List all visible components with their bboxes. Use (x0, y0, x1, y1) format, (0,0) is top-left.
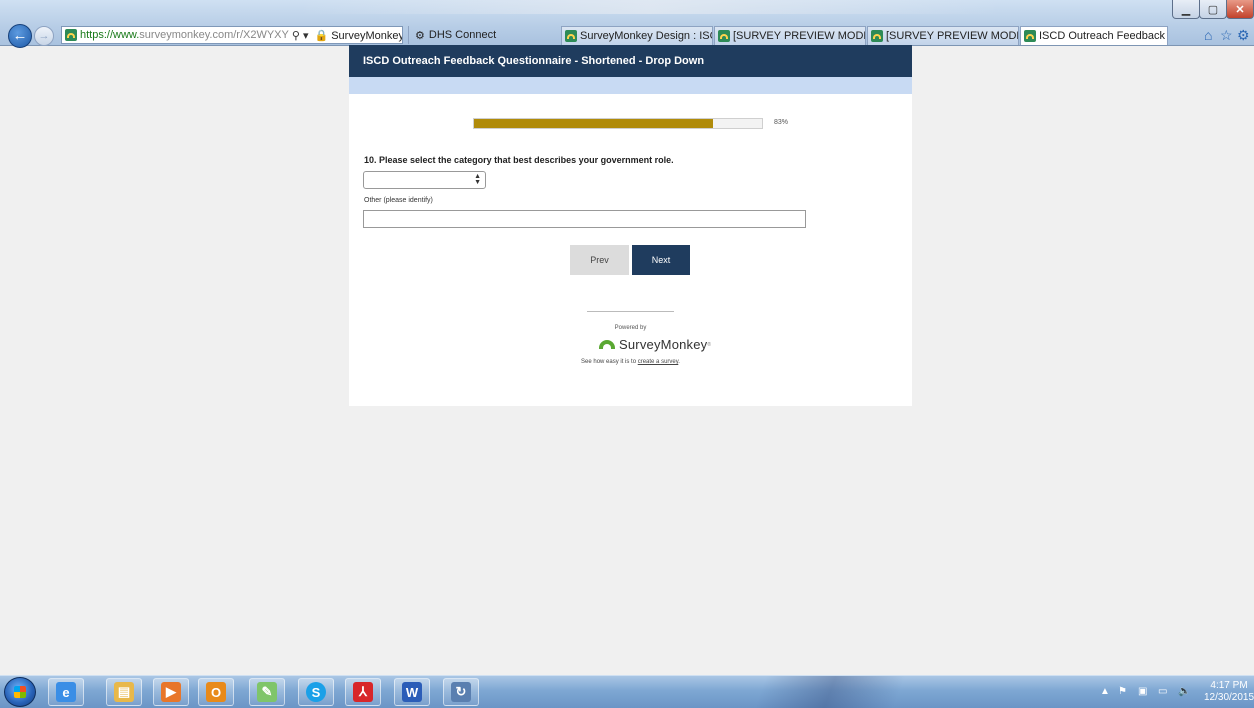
taskbar-app-word[interactable]: W (394, 678, 430, 706)
taskbar-app-explorer[interactable]: ▤ (106, 678, 142, 706)
progress-percent: 83% (774, 119, 789, 126)
file-explorer-icon: ▤ (114, 682, 134, 702)
create-survey-line: See how easy it is to create a survey. (349, 359, 912, 365)
volume-icon[interactable]: 🔈 (1178, 686, 1190, 697)
taskbar: e ▤ ▶ O ✎ S ⅄ W ↻ ▲ ⚑ ▣ ▭ 🔈 4:17 PM 12/3… (0, 675, 1254, 708)
tab-iscd-outreach[interactable]: ISCD Outreach Feedback ... × (1020, 26, 1168, 45)
tab-label: [SURVEY PREVIEW MODE] ISC... (886, 30, 1018, 42)
dhs-seal-icon: ⚙ (415, 29, 425, 42)
updown-arrows-icon: ▲ ▼ (474, 173, 481, 186)
home-icon[interactable]: ⌂ (1204, 27, 1212, 43)
surveymonkey-logo[interactable]: SurveyMonkey ® (598, 337, 711, 352)
tab-survey-preview-2[interactable]: [SURVEY PREVIEW MODE] ISC... (867, 26, 1019, 45)
create-survey-link[interactable]: create a survey (638, 359, 679, 365)
surveymonkey-favicon-icon (565, 30, 577, 42)
outlook-icon: O (206, 682, 226, 702)
show-hidden-icons-icon[interactable]: ▲ (1100, 686, 1110, 697)
tab-label: DHS Connect (428, 29, 497, 41)
surveymonkey-favicon-icon (65, 29, 77, 41)
minimize-button[interactable]: ▁ (1172, 0, 1200, 19)
taskbar-app-notepad[interactable]: ↻ (443, 678, 479, 706)
back-button[interactable]: ← (8, 24, 32, 48)
powered-by-text: Powered by (614, 325, 647, 331)
survey-title: ISCD Outreach Feedback Questionnaire - S… (349, 45, 912, 77)
tab-dhs-connect[interactable]: ⚙ DHS Connect (408, 26, 551, 44)
surveymonkey-favicon-icon (1024, 30, 1036, 42)
create-suffix: . (678, 359, 680, 365)
maximize-button[interactable]: ▢ (1199, 0, 1227, 19)
site-identity[interactable]: SurveyMonkey In... ↻ (331, 29, 402, 42)
back-arrow-icon: ← (12, 27, 28, 44)
favorites-star-icon[interactable]: ☆ (1220, 27, 1233, 44)
tab-label: [SURVEY PREVIEW MODE] ISC... (733, 30, 865, 42)
network-icon[interactable]: ▭ (1158, 686, 1167, 697)
role-dropdown[interactable]: ▲ ▼ (363, 171, 486, 189)
create-prefix: See how easy it is to (581, 359, 638, 365)
surveymonkey-favicon-icon (871, 30, 883, 42)
search-dropdown-icon[interactable]: ⚲ ▾ (292, 29, 309, 42)
other-field-label: Other (please identify) (364, 197, 433, 204)
progress-fill (474, 119, 714, 128)
system-clock[interactable]: 4:17 PM 12/30/2015 (1204, 680, 1254, 704)
footer-divider (587, 311, 674, 312)
taskbar-app-acrobat[interactable]: ⅄ (345, 678, 381, 706)
next-button[interactable]: Next (632, 245, 690, 275)
prev-button[interactable]: Prev (570, 245, 629, 275)
other-input[interactable] (363, 210, 806, 228)
word-icon: W (402, 682, 422, 702)
window-title (300, 0, 1000, 14)
taskbar-decoration (720, 676, 940, 708)
device-icon[interactable]: ▣ (1138, 686, 1147, 697)
start-button[interactable] (4, 677, 36, 707)
trademark-mark: ® (707, 341, 712, 348)
tab-label: SurveyMonkey Design : ISCD ... (580, 30, 712, 42)
sticky-notes-icon: ✎ (257, 682, 277, 702)
survey-subheader-band (349, 77, 912, 94)
url-prefix: https://www. (80, 29, 140, 41)
acrobat-icon: ⅄ (353, 682, 373, 702)
tab-surveymonkey-design[interactable]: SurveyMonkey Design : ISCD ... (561, 26, 713, 45)
action-center-flag-icon[interactable]: ⚑ (1118, 686, 1127, 697)
taskbar-app-notes[interactable]: ✎ (249, 678, 285, 706)
progress-bar (473, 118, 763, 129)
minimize-icon: ▁ (1181, 3, 1191, 16)
tab-survey-preview-1[interactable]: [SURVEY PREVIEW MODE] ISC... (714, 26, 866, 45)
forward-arrow-icon: → (38, 30, 50, 42)
brand-name: SurveyMonkey (619, 337, 708, 352)
settings-gear-icon[interactable]: ⚙ (1237, 27, 1250, 44)
media-player-icon: ▶ (161, 682, 181, 702)
taskbar-app-outlook[interactable]: O (198, 678, 234, 706)
close-icon: ✕ (1235, 3, 1245, 16)
clock-date: 12/30/2015 (1204, 692, 1254, 703)
taskbar-app-ie[interactable]: e (48, 678, 84, 706)
taskbar-app-skype[interactable]: S (298, 678, 334, 706)
surveymonkey-favicon-icon (718, 30, 730, 42)
lock-icon[interactable]: 🔒 (315, 29, 329, 42)
browser-chrome: ▁ ▢ ✕ ← → https://www. surveymonkey.com/r… (0, 0, 1254, 48)
clock-time: 4:17 PM (1210, 680, 1248, 691)
surveymonkey-logo-icon (598, 339, 616, 350)
taskbar-app-media[interactable]: ▶ (153, 678, 189, 706)
survey-container: ISCD Outreach Feedback Questionnaire - S… (349, 45, 912, 406)
skype-icon: S (306, 682, 326, 702)
notepad-icon: ↻ (451, 682, 471, 702)
question-text: 10. Please select the category that best… (364, 155, 674, 165)
forward-button[interactable]: → (34, 26, 54, 46)
close-window-button[interactable]: ✕ (1226, 0, 1254, 19)
internet-explorer-icon: e (56, 682, 76, 702)
address-bar[interactable]: https://www. surveymonkey.com/r/X2WYXY ⚲ … (61, 26, 403, 44)
url-text: surveymonkey.com/r/X2WYXY (139, 29, 289, 41)
maximize-icon: ▢ (1207, 3, 1219, 16)
tab-label: ISCD Outreach Feedback ... (1039, 30, 1168, 42)
